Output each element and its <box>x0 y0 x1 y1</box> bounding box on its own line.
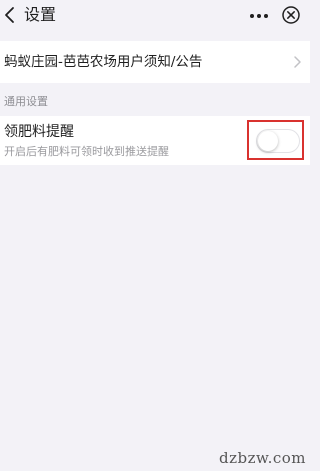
section-header-general: 通用设置 <box>4 95 48 108</box>
fertilizer-reminder-description: 开启后有肥料可领时收到推送提醒 <box>4 145 169 158</box>
more-icon[interactable] <box>248 6 270 26</box>
top-bar: 设置 <box>0 0 310 32</box>
fertilizer-reminder-title: 领肥料提醒 <box>4 124 74 140</box>
notice-row[interactable]: 蚂蚁庄园-芭芭农场用户须知/公告 <box>0 41 310 83</box>
notice-label: 蚂蚁庄园-芭芭农场用户须知/公告 <box>4 54 203 70</box>
toggle-knob <box>258 131 278 151</box>
fertilizer-reminder-toggle[interactable] <box>256 129 300 153</box>
watermark: dzbzw.com <box>219 449 306 467</box>
chevron-right-icon <box>294 56 301 68</box>
back-icon[interactable] <box>2 5 18 25</box>
page-title: 设置 <box>24 5 57 24</box>
close-icon[interactable] <box>281 5 301 25</box>
